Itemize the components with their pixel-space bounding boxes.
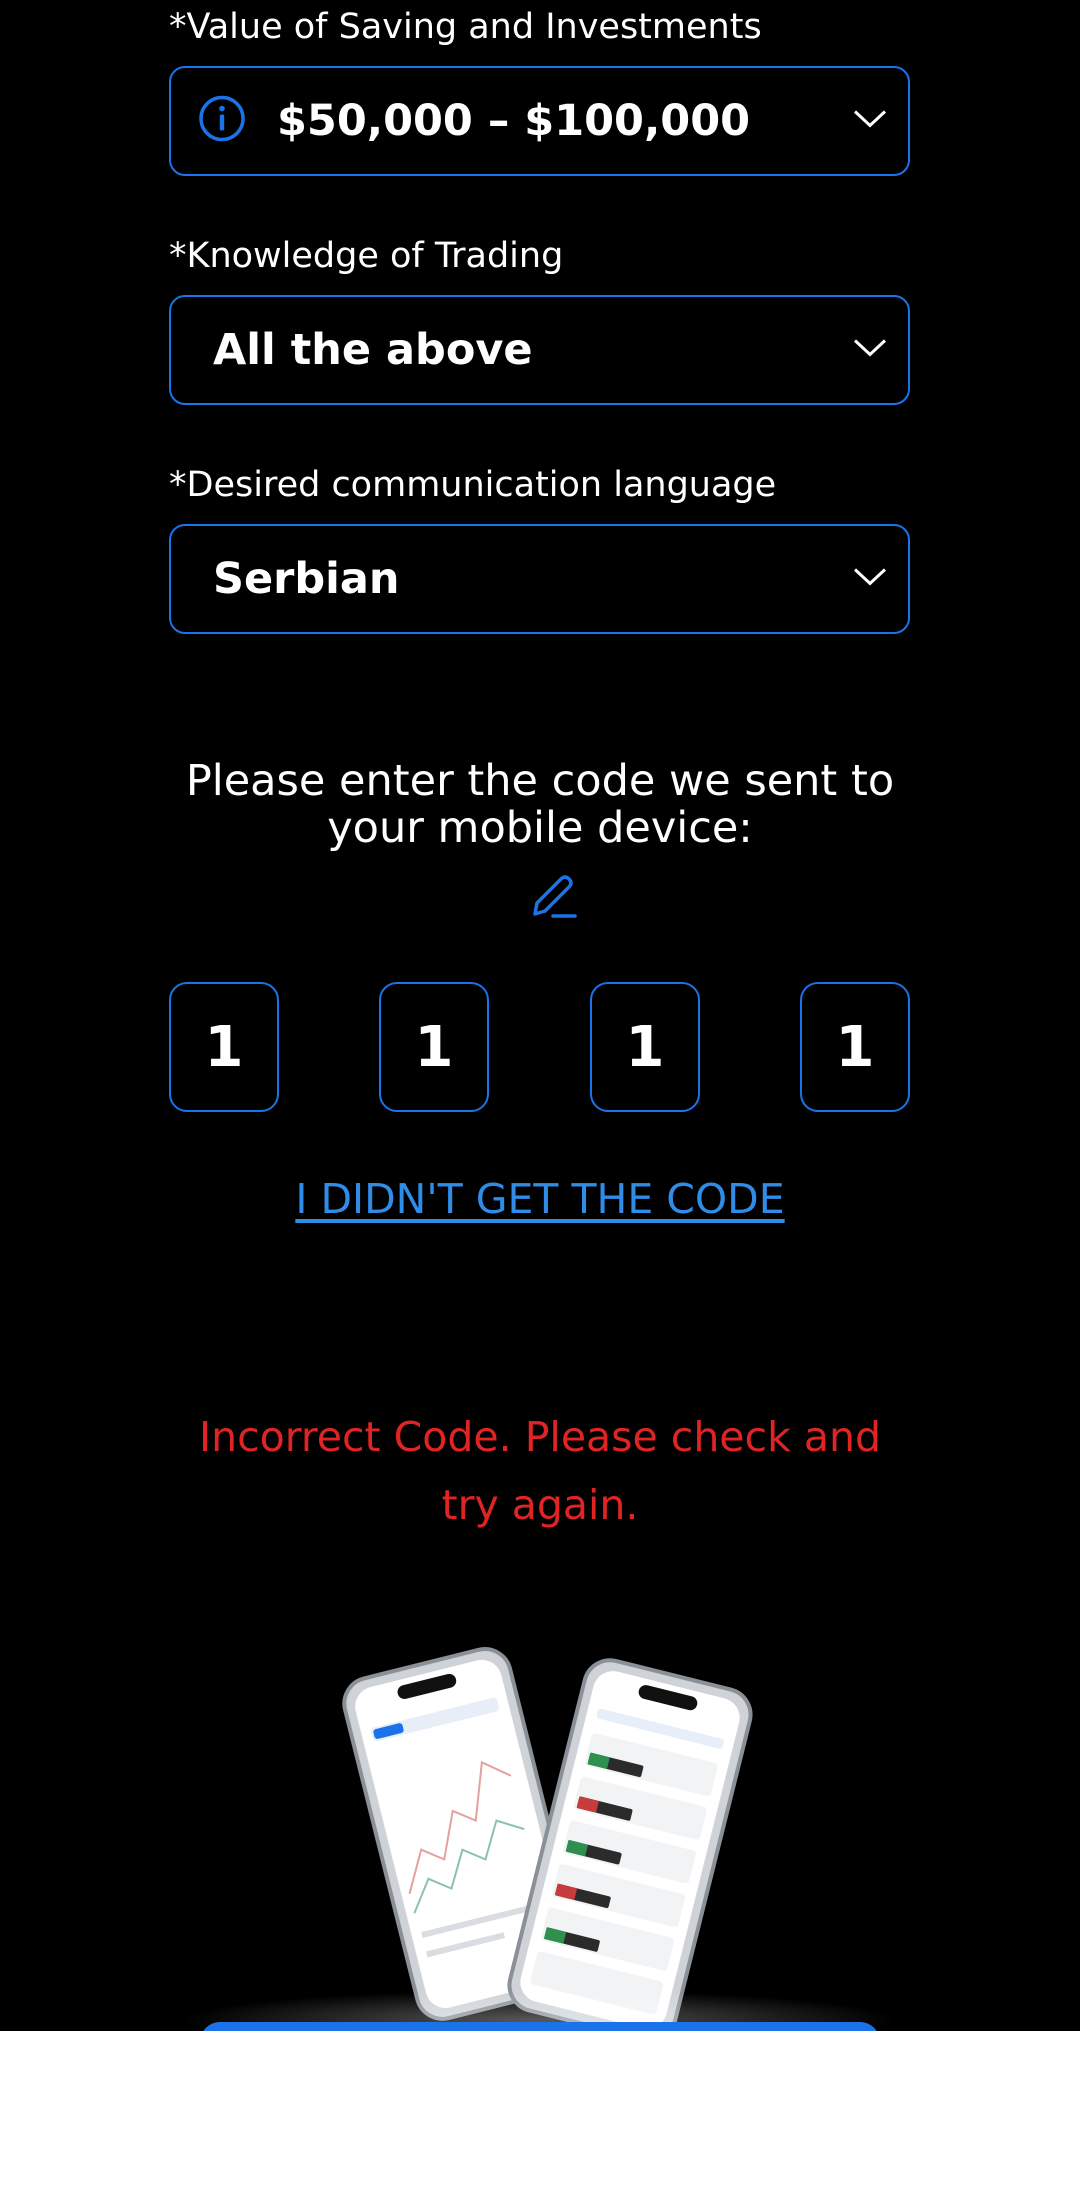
code-digit-4[interactable]: 1 bbox=[800, 982, 910, 1112]
chevron-down-icon bbox=[852, 108, 888, 135]
code-digit-3[interactable]: 1 bbox=[590, 982, 700, 1112]
chevron-down-icon bbox=[852, 566, 888, 593]
language-label: *Desired communication language bbox=[169, 465, 777, 505]
code-digit-1[interactable]: 1 bbox=[169, 982, 279, 1112]
submit-button[interactable] bbox=[200, 2022, 880, 2031]
knowledge-value: All the above bbox=[213, 325, 533, 375]
code-digit-2[interactable]: 1 bbox=[379, 982, 489, 1112]
verification-prompt: Please enter the code we sent to your mo… bbox=[185, 756, 895, 853]
resend-link-wrap: I DIDN'T GET THE CODE bbox=[0, 1175, 1080, 1223]
pencil-icon[interactable] bbox=[527, 870, 579, 927]
knowledge-label: *Knowledge of Trading bbox=[169, 236, 564, 276]
language-select[interactable]: Serbian bbox=[169, 524, 910, 634]
knowledge-select[interactable]: All the above bbox=[169, 295, 910, 405]
savings-label: *Value of Saving and Investments bbox=[169, 7, 762, 47]
info-icon[interactable] bbox=[197, 94, 247, 149]
savings-value: $50,000 – $100,000 bbox=[277, 96, 751, 146]
error-message: Incorrect Code. Please check and try aga… bbox=[199, 1413, 881, 1529]
phones-illustration bbox=[342, 1647, 753, 2031]
language-value: Serbian bbox=[213, 554, 400, 604]
savings-select[interactable]: $50,000 – $100,000 bbox=[169, 66, 910, 176]
registration-form-panel: *Value of Saving and Investments $50,000… bbox=[0, 0, 1080, 2031]
resend-code-link[interactable]: I DIDN'T GET THE CODE bbox=[295, 1175, 784, 1223]
chevron-down-icon bbox=[852, 337, 888, 364]
